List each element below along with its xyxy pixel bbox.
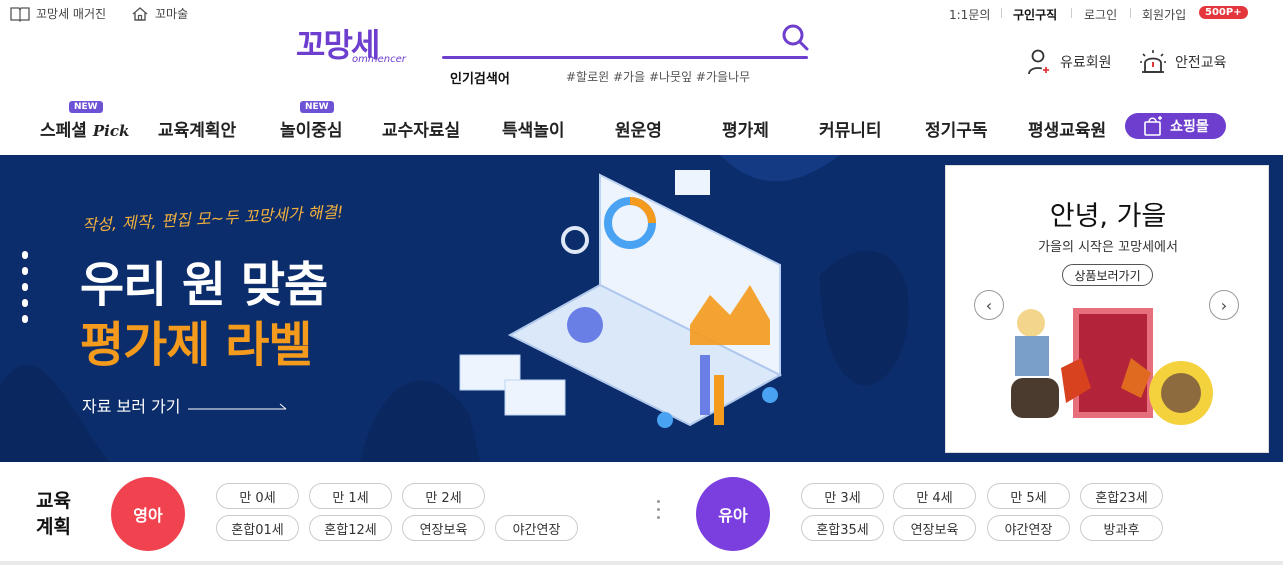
nav-special-play[interactable]: 특색놀이 — [502, 116, 565, 141]
age-filter-button[interactable]: 연장보육 — [402, 515, 485, 541]
nav-lifelong-education[interactable]: 평생교육원 — [1028, 116, 1106, 141]
age-filter-button[interactable]: 혼합23세 — [1080, 483, 1163, 509]
divider-dot — [657, 500, 660, 503]
age-filter-button[interactable]: 혼합12세 — [309, 515, 392, 541]
banner-cta-link[interactable]: 자료 보러 가기 — [82, 393, 181, 417]
nav-label: 스페셜 — [40, 121, 93, 141]
nav-pick-suffix: Pick — [92, 122, 130, 140]
jobs-link[interactable]: 구인구직 — [1013, 6, 1057, 23]
age-filter-button[interactable]: 만 0세 — [216, 483, 299, 509]
age-filter-button[interactable]: 만 4세 — [893, 483, 976, 509]
new-badge: NEW — [69, 101, 103, 113]
age-filter-button[interactable]: 방과후 — [1080, 515, 1163, 541]
signup-link[interactable]: 회원가입 — [1142, 6, 1186, 23]
search-input[interactable] — [442, 56, 808, 59]
user-plus-icon — [1028, 49, 1051, 75]
autumn-crafts-image — [1011, 308, 1213, 425]
top-utility-bar: 꼬망세 매거진 꼬마술 1:1문의 구인구직 로그인 회원가입 500P+ — [0, 0, 1283, 26]
logo-subtext: ommencer — [352, 54, 406, 65]
age-filter-button[interactable]: 야간연장 — [495, 515, 578, 541]
paid-member-label: 유료회원 — [1060, 55, 1112, 71]
shopping-mall-label: 쇼핑몰 — [1170, 119, 1209, 135]
promo-subtitle: 가을의 시작은 꼬망세에서 — [1038, 240, 1178, 255]
pagination-dot[interactable] — [22, 267, 28, 275]
divider-dot — [657, 508, 660, 511]
safety-education-link[interactable]: 안전교육 — [1139, 48, 1227, 76]
popular-search-label: 인기검색어 — [450, 72, 510, 87]
promo-card[interactable]: 안녕, 가을 가을의 시작은 꼬망세에서 상품보러가기 ‹ › — [945, 165, 1269, 453]
siren-icon — [1140, 50, 1166, 73]
pagination-dot[interactable] — [22, 283, 28, 291]
divider — [1130, 8, 1131, 18]
age-filter-button[interactable]: 혼합35세 — [801, 515, 884, 541]
divider-dot — [657, 516, 660, 519]
banner-pagination[interactable] — [22, 251, 28, 331]
site-logo[interactable]: 꼬망세 ommencer — [296, 20, 406, 66]
view-products-button[interactable]: 상품보러가기 — [1062, 264, 1153, 286]
arrow-right-icon — [188, 403, 287, 410]
nav-lesson-plan[interactable]: 교육계획안 — [158, 116, 236, 141]
shopping-mall-button[interactable]: 쇼핑몰 — [1125, 113, 1226, 139]
search-icon[interactable] — [780, 22, 810, 52]
popular-search-tags[interactable]: #할로윈 #가을 #나뭇잎 #가을나무 — [566, 68, 750, 85]
pagination-dot[interactable] — [22, 315, 28, 323]
nav-evaluation[interactable]: 평가제 — [722, 116, 769, 141]
login-link[interactable]: 로그인 — [1084, 6, 1117, 23]
child-category-button[interactable]: 유아 — [696, 477, 770, 551]
age-filter-button[interactable]: 만 3세 — [801, 483, 884, 509]
pagination-dot[interactable] — [22, 251, 28, 259]
new-badge: NEW — [300, 101, 334, 113]
age-filter-button[interactable]: 만 5세 — [987, 483, 1070, 509]
section-divider — [657, 500, 660, 524]
promo-title: 안녕, 가을 — [1049, 201, 1167, 232]
paid-member-link[interactable]: 유료회원 — [1026, 48, 1112, 76]
lesson-plan-heading: 교육 계획 — [36, 488, 71, 540]
age-filter-button[interactable]: 야간연장 — [987, 515, 1070, 541]
pagination-dot[interactable] — [22, 299, 28, 307]
nav-center-operation[interactable]: 원운영 — [615, 116, 662, 141]
section-bottom-border — [0, 561, 1283, 565]
banner-title-highlight: 평가제 라벨 — [80, 317, 313, 373]
age-filter-button[interactable]: 혼합01세 — [216, 515, 299, 541]
age-filter-button[interactable]: 연장보육 — [893, 515, 976, 541]
home-icon — [132, 6, 148, 21]
divider — [1001, 8, 1002, 18]
safety-education-label: 안전교육 — [1175, 55, 1227, 71]
inquiry-link[interactable]: 1:1문의 — [949, 6, 990, 23]
magazine-link[interactable]: 꼬망세 매거진 — [10, 5, 106, 22]
age-filter-button[interactable]: 만 2세 — [402, 483, 485, 509]
nav-subscription[interactable]: 정기구독 — [925, 116, 988, 141]
nav-play-centered[interactable]: 놀이중심 — [280, 116, 343, 141]
heading-line: 교육 — [36, 490, 71, 512]
signup-points-badge: 500P+ — [1199, 6, 1248, 19]
magazine-label: 꼬망세 매거진 — [36, 7, 107, 21]
age-filter-button[interactable]: 만 1세 — [309, 483, 392, 509]
infant-category-button[interactable]: 영아 — [111, 477, 185, 551]
divider — [1071, 8, 1072, 18]
komasul-link[interactable]: 꼬마술 — [131, 5, 188, 22]
nav-special-pick[interactable]: 스페셜 Pick — [40, 116, 129, 141]
shopping-bag-icon — [1144, 116, 1163, 136]
nav-community[interactable]: 커뮤니티 — [819, 116, 882, 141]
hero-banner[interactable]: 작성, 제작, 편집 모~두 꼬망세가 해결! 우리 원 맞춤 평가제 라벨 자… — [0, 155, 1283, 462]
nav-teaching-materials[interactable]: 교수자료실 — [382, 116, 460, 141]
komasul-label: 꼬마술 — [155, 7, 189, 21]
heading-line: 계획 — [36, 516, 71, 538]
book-icon — [10, 6, 30, 22]
